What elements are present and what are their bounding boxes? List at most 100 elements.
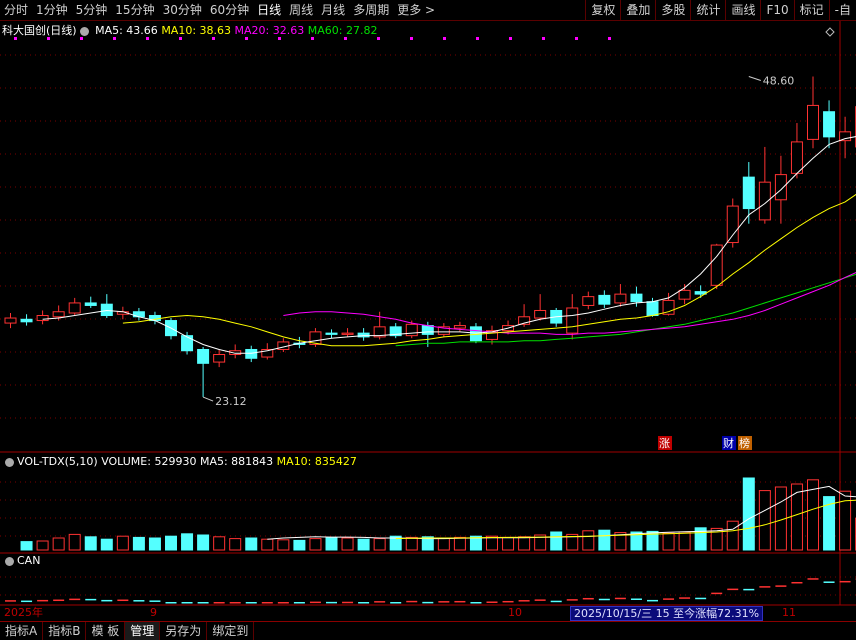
- period-tabs: 分时1分钟5分钟15分钟30分钟60分钟日线周线月线多周期更多 >: [0, 0, 439, 20]
- volume-value: VOLUME: 529930: [101, 455, 196, 468]
- candle-body: [743, 177, 754, 208]
- volume-bar: [230, 539, 241, 550]
- toolbar-button[interactable]: -自: [829, 0, 856, 20]
- candle-body: [775, 175, 786, 200]
- toolbar-button[interactable]: 多股: [655, 0, 690, 20]
- candle-body: [406, 324, 417, 335]
- period-tab[interactable]: 日线: [253, 0, 285, 20]
- volume-bar: [101, 539, 112, 550]
- rank-tag-text: 榜: [739, 436, 750, 450]
- can-bar: [294, 602, 305, 604]
- volume-bar: [294, 540, 305, 550]
- can-bar: [711, 593, 722, 595]
- volume-bar: [679, 532, 690, 550]
- toolbar-button[interactable]: 复权: [585, 0, 620, 20]
- period-tab[interactable]: 更多 >: [393, 0, 439, 20]
- vol-ma5-value: MA5: 881843: [200, 455, 273, 468]
- candle-body: [246, 349, 257, 358]
- period-tab[interactable]: 5分钟: [72, 0, 112, 20]
- candle-body: [631, 294, 642, 302]
- volume-bar: [791, 484, 802, 550]
- toolbar-button[interactable]: F10: [760, 0, 793, 20]
- volume-bar: [583, 531, 594, 550]
- indicator-tab[interactable]: 管理: [125, 622, 160, 640]
- vol-ma10-value: MA10: 835427: [277, 455, 357, 468]
- top-marker: [476, 37, 479, 40]
- settings-icon[interactable]: [5, 557, 14, 566]
- period-tab[interactable]: 月线: [317, 0, 349, 20]
- can-bar: [470, 602, 481, 604]
- can-bar: [37, 600, 48, 602]
- indicator-tab[interactable]: 指标B: [43, 622, 86, 640]
- period-tab[interactable]: 15分钟: [111, 0, 158, 20]
- can-bar: [182, 602, 193, 604]
- can-bar: [390, 602, 401, 604]
- can-bar: [406, 601, 417, 603]
- candle-body: [567, 308, 578, 333]
- settings-icon[interactable]: [80, 27, 89, 36]
- can-bar: [663, 598, 674, 600]
- candle-body: [454, 326, 465, 329]
- can-bar: [791, 582, 802, 584]
- toolbar-button[interactable]: 画线: [725, 0, 760, 20]
- period-tab[interactable]: 1分钟: [32, 0, 72, 20]
- date-label-nov: 11: [782, 606, 796, 620]
- can-bar: [647, 600, 658, 602]
- can-bar: [326, 602, 337, 604]
- can-bar: [246, 602, 257, 604]
- volume-bar: [166, 536, 177, 550]
- top-marker: [443, 37, 446, 40]
- can-bar: [53, 600, 64, 602]
- candle-body: [214, 355, 225, 363]
- toolbar-button[interactable]: 统计: [690, 0, 725, 20]
- volume-bar: [342, 538, 353, 550]
- can-bar: [824, 581, 835, 583]
- toolbar-button[interactable]: 标记: [794, 0, 829, 20]
- candle-body: [326, 333, 337, 334]
- volume-bar: [406, 537, 417, 550]
- volume-bar: [503, 537, 514, 550]
- candle-body: [342, 333, 353, 334]
- can-bar: [454, 601, 465, 603]
- volume-legend: VOL-TDX(5,10) VOLUME: 529930 MA5: 881843…: [2, 455, 357, 468]
- can-bar: [679, 597, 690, 599]
- candle-body: [808, 105, 819, 139]
- can-bar: [117, 600, 128, 602]
- indicator-tab[interactable]: 另存为: [160, 622, 207, 640]
- toolbar-button[interactable]: 叠加: [620, 0, 655, 20]
- indicator-tab[interactable]: 绑定到: [207, 622, 254, 640]
- candlestick-chart[interactable]: 48.6023.12涨财榜: [0, 0, 856, 606]
- candle-body: [824, 112, 835, 137]
- volume-bar: [840, 491, 851, 550]
- can-bar: [438, 601, 449, 603]
- period-tab[interactable]: 分时: [0, 0, 32, 20]
- period-tab[interactable]: 周线: [285, 0, 317, 20]
- indicator-tabs: 指标A指标B模 板管理另存为绑定到: [0, 621, 856, 640]
- volume-bar: [182, 534, 193, 550]
- candle-body: [5, 318, 16, 323]
- indicator-tab[interactable]: 模 板: [86, 622, 125, 640]
- period-tab[interactable]: 60分钟: [206, 0, 253, 20]
- volume-bar: [69, 534, 80, 550]
- candle-body: [647, 302, 658, 316]
- can-bar: [21, 601, 32, 603]
- period-tab[interactable]: 30分钟: [159, 0, 206, 20]
- candle-body: [53, 312, 64, 317]
- volume-bar: [310, 539, 321, 550]
- can-bar: [198, 602, 209, 604]
- candle-body: [599, 295, 610, 304]
- volume-bar: [519, 537, 530, 550]
- period-tab[interactable]: 多周期: [349, 0, 393, 20]
- can-bar: [775, 585, 786, 587]
- top-marker: [608, 37, 611, 40]
- settings-icon[interactable]: [5, 458, 14, 467]
- indicator-tab[interactable]: 指标A: [0, 622, 43, 640]
- volume-bar: [117, 536, 128, 550]
- volume-bar: [262, 539, 273, 550]
- can-bar: [374, 601, 385, 603]
- high-pointer: [749, 76, 761, 80]
- low-pointer: [203, 397, 213, 401]
- date-axis: 2025年 9 10 2025/10/15/三 15 至今涨幅72.31% 11: [0, 606, 856, 620]
- ma60-value: MA60: 27.82: [308, 24, 378, 37]
- date-label-oct: 10: [508, 606, 522, 620]
